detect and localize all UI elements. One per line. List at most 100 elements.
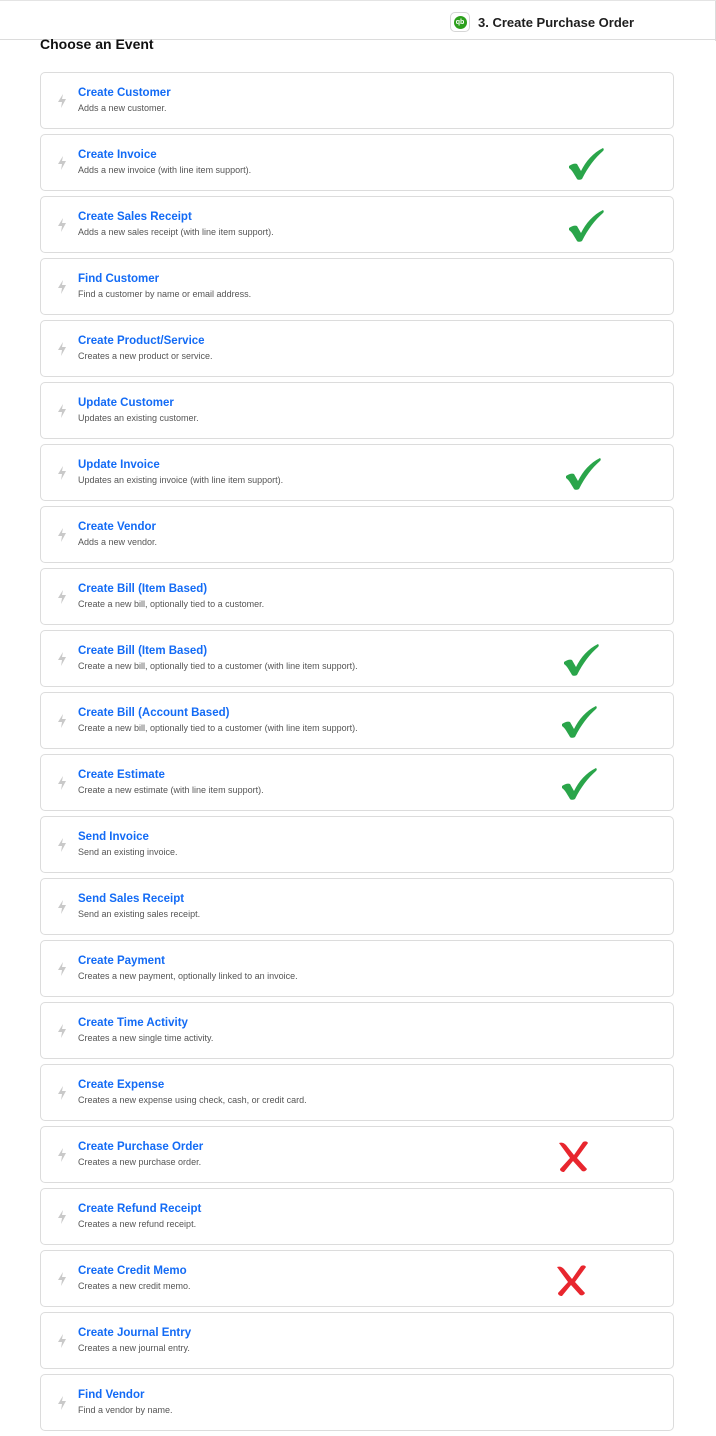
- event-option[interactable]: Create Time Activity Creates a new single…: [40, 1002, 674, 1059]
- event-option[interactable]: Create Refund Receipt Creates a new refun…: [40, 1188, 674, 1245]
- event-description: Updates an existing customer.: [78, 413, 199, 423]
- checkmark-icon: [562, 706, 597, 738]
- bolt-icon: [58, 1148, 66, 1162]
- event-description: Creates a new single time activity.: [78, 1033, 214, 1043]
- cross-icon: [557, 1265, 586, 1296]
- event-title: Create Bill (Account Based): [78, 707, 230, 719]
- event-option[interactable]: Create Bill (Account Based) Create a new …: [40, 692, 674, 749]
- event-option[interactable]: Create Sales Receipt Adds a new sales rec…: [40, 196, 674, 253]
- event-title: Find Customer: [78, 273, 160, 285]
- event-option[interactable]: Send Sales Receipt Send an existing sales…: [40, 878, 674, 935]
- event-option[interactable]: Create Product/Service Creates a new prod…: [40, 320, 674, 377]
- event-option[interactable]: Create Journal Entry Creates a new journa…: [40, 1312, 674, 1369]
- event-option[interactable]: Create Bill (Item Based) Create a new bil…: [40, 630, 674, 687]
- event-description: Send an existing sales receipt.: [78, 909, 201, 919]
- event-title: Send Sales Receipt: [78, 893, 185, 905]
- event-option[interactable]: Find Vendor Find a vendor by name.: [40, 1374, 674, 1431]
- event-option[interactable]: Create Purchase Order Creates a new purch…: [40, 1126, 674, 1183]
- event-description: Create a new bill, optionally tied to a …: [78, 661, 358, 671]
- event-title: Create Payment: [78, 955, 165, 967]
- event-option[interactable]: Create Expense Creates a new expense usin…: [40, 1064, 674, 1121]
- event-title: Create Time Activity: [78, 1017, 188, 1029]
- bolt-icon: [58, 280, 66, 294]
- event-title: Create Vendor: [78, 521, 156, 533]
- step-header[interactable]: qb 3. Create Purchase Order: [450, 10, 634, 34]
- event-list: Create Customer Adds a new customer. Creat…: [40, 72, 674, 1436]
- event-title: Create Customer: [78, 87, 171, 99]
- event-title: Create Sales Receipt: [78, 211, 192, 223]
- event-option[interactable]: Find Customer Find a customer by name or …: [40, 258, 674, 315]
- bolt-icon: [58, 1334, 66, 1348]
- event-description: Find a customer by name or email address…: [78, 289, 252, 299]
- bolt-icon: [58, 900, 66, 914]
- event-description: Creates a new product or service.: [78, 351, 213, 361]
- event-option[interactable]: Create Bill (Item Based) Create a new bil…: [40, 568, 674, 625]
- checkmark-icon: [569, 210, 604, 242]
- event-title: Create Product/Service: [78, 335, 205, 347]
- event-title: Update Invoice: [78, 459, 160, 471]
- event-option[interactable]: Create Vendor Adds a new vendor.: [40, 506, 674, 563]
- step-title: 3. Create Purchase Order: [478, 14, 635, 30]
- event-description: Updates an existing invoice (with line i…: [78, 475, 284, 485]
- event-option[interactable]: Create Estimate Create a new estimate (wi…: [40, 754, 674, 811]
- event-title: Create Refund Receipt: [78, 1203, 202, 1215]
- bolt-icon: [58, 404, 66, 418]
- event-option[interactable]: Create Credit Memo Creates a new credit m…: [40, 1250, 674, 1307]
- checkmark-icon: [562, 768, 597, 800]
- cross-icon: [559, 1141, 588, 1172]
- event-description: Send an existing invoice.: [78, 847, 178, 857]
- bolt-icon: [58, 218, 66, 232]
- event-title: Create Invoice: [78, 149, 157, 161]
- event-title: Create Purchase Order: [78, 1141, 204, 1153]
- event-description: Adds a new vendor.: [78, 537, 158, 547]
- event-option[interactable]: Update Customer Updates an existing custo…: [40, 382, 674, 439]
- bolt-icon: [58, 962, 66, 976]
- event-description: Creates a new journal entry.: [78, 1343, 190, 1353]
- event-option[interactable]: Update Invoice Updates an existing invoic…: [40, 444, 674, 501]
- section-heading: Choose an Event: [40, 36, 154, 52]
- bolt-icon: [58, 652, 66, 666]
- event-description: Adds a new sales receipt (with line item…: [78, 227, 274, 237]
- event-description: Creates a new credit memo.: [78, 1281, 191, 1291]
- event-option[interactable]: Create Payment Creates a new payment, opt…: [40, 940, 674, 997]
- bolt-icon: [58, 590, 66, 604]
- bolt-icon: [58, 156, 66, 170]
- bolt-icon: [58, 714, 66, 728]
- event-title: Create Bill (Item Based): [78, 645, 208, 657]
- event-title: Find Vendor: [78, 1389, 145, 1401]
- bolt-icon: [58, 776, 66, 790]
- event-description: Create a new bill, optionally tied to a …: [78, 723, 358, 733]
- event-description: Create a new estimate (with line item su…: [78, 785, 264, 795]
- bolt-icon: [58, 1396, 66, 1410]
- event-option[interactable]: Create Invoice Adds a new invoice (with l…: [40, 134, 674, 191]
- quickbooks-logo-icon: qb: [453, 15, 467, 29]
- bolt-icon: [58, 1210, 66, 1224]
- bolt-icon: [58, 528, 66, 542]
- event-description: Creates a new expense using check, cash,…: [78, 1095, 307, 1105]
- top-bar: qb 3. Create Purchase Order: [0, 0, 716, 41]
- event-title: Create Credit Memo: [78, 1265, 187, 1277]
- event-description: Creates a new payment, optionally linked…: [78, 971, 298, 981]
- event-description: Adds a new customer.: [78, 103, 167, 113]
- event-description: Adds a new invoice (with line item suppo…: [78, 165, 252, 175]
- event-description: Creates a new refund receipt.: [78, 1219, 197, 1229]
- event-title: Create Estimate: [78, 769, 165, 781]
- bolt-icon: [58, 342, 66, 356]
- event-title: Create Journal Entry: [78, 1327, 192, 1339]
- bolt-icon: [58, 1086, 66, 1100]
- bolt-icon: [58, 1024, 66, 1038]
- event-title: Update Customer: [78, 397, 174, 409]
- event-title: Create Bill (Item Based): [78, 583, 208, 595]
- event-title: Send Invoice: [78, 831, 149, 843]
- checkmark-icon: [564, 644, 599, 676]
- quickbooks-app-icon: qb: [450, 12, 470, 32]
- checkmark-icon: [569, 148, 604, 180]
- event-option[interactable]: Create Customer Adds a new customer.: [40, 72, 674, 129]
- bolt-icon: [58, 1272, 66, 1286]
- event-description: Creates a new purchase order.: [78, 1157, 202, 1167]
- bolt-icon: [58, 94, 66, 108]
- event-title: Create Expense: [78, 1079, 165, 1091]
- event-option[interactable]: Send Invoice Send an existing invoice.: [40, 816, 674, 873]
- checkmark-icon: [566, 458, 601, 490]
- bolt-icon: [58, 466, 66, 480]
